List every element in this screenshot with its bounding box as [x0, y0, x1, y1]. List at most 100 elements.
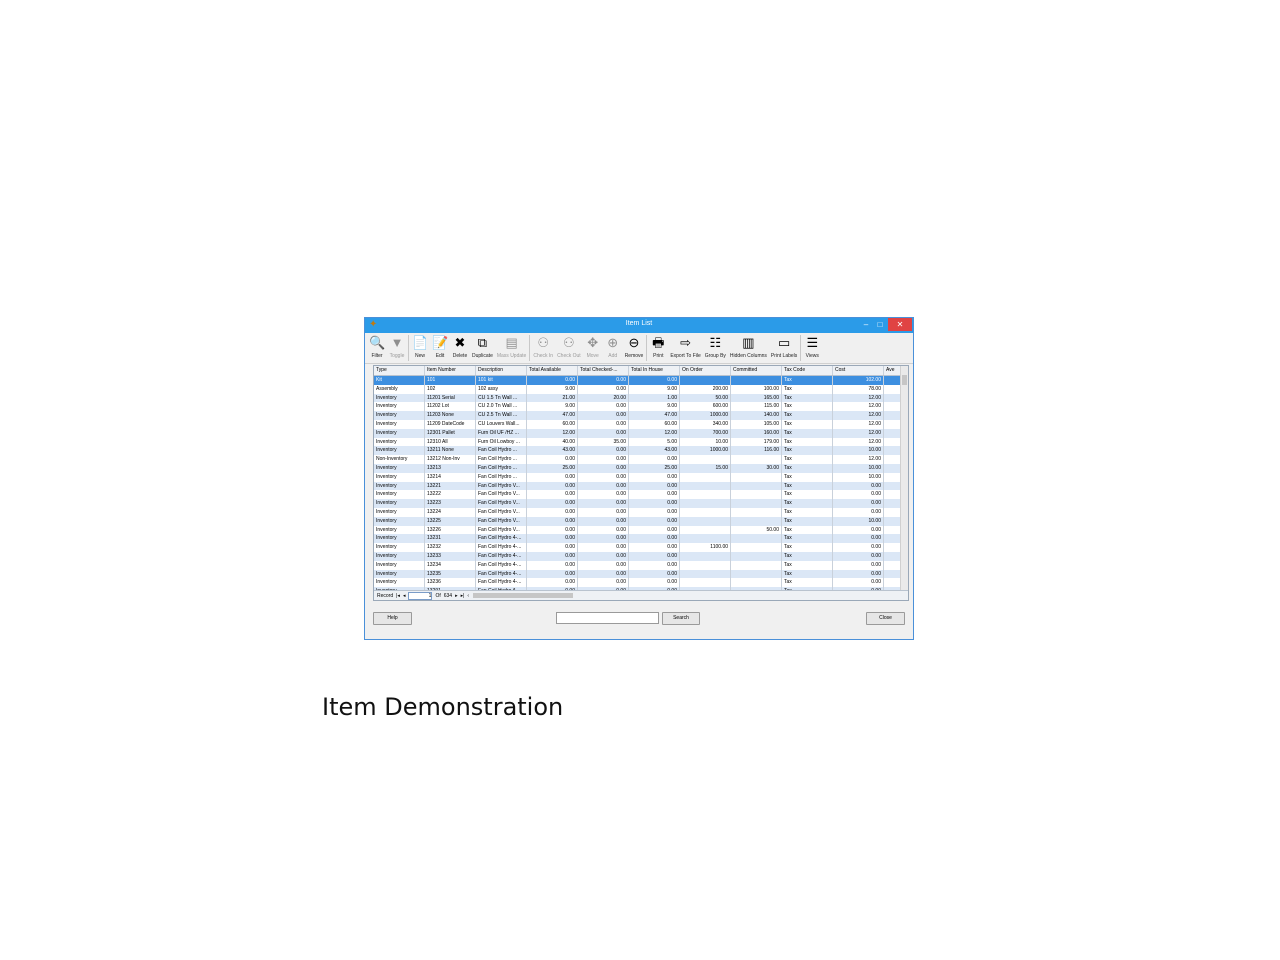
- table-row[interactable]: Inventory 13235 Fan Coil Hydro 4-... 0.00 0.…: [374, 569, 908, 579]
- table-row[interactable]: Inventory 11201 Serial CU 1.5 Tn Wall ... 2…: [374, 393, 908, 403]
- column-header[interactable]: Total In House: [629, 366, 680, 375]
- table-cell: 0.00: [578, 472, 629, 482]
- table-row[interactable]: Inventory 13214 Fan Coil Hydro ... 0.00 0.00…: [374, 472, 908, 482]
- table-cell: 11201 Serial: [425, 393, 476, 403]
- remove-button[interactable]: ⊖ Remove: [623, 335, 646, 363]
- table-cell: [680, 534, 731, 544]
- table-cell: Inventory: [374, 525, 425, 535]
- table-row[interactable]: Inventory 13231 Fan Coil Hydro 4-... 0.00 0.…: [374, 534, 908, 544]
- table-row[interactable]: Inventory 13234 Fan Coil Hydro 4-... 0.00 0.…: [374, 560, 908, 570]
- table-cell: 13234: [425, 560, 476, 570]
- table-cell: Fan Coil Hydro 4-...: [476, 560, 527, 570]
- table-row[interactable]: Inventory 12310 All Furn Oil Lowboy ... 40.…: [374, 437, 908, 447]
- search-button[interactable]: Search: [662, 612, 700, 625]
- column-header[interactable]: Item Number: [425, 366, 476, 375]
- check-out-button[interactable]: ⚇ Check Out: [555, 335, 583, 363]
- delete-button[interactable]: ✖ Delete: [450, 335, 470, 363]
- record-navigator: Record |◂ ◂ 1 Of 634 ▸ ▸| ‹: [374, 590, 908, 600]
- table-cell: 43.00: [527, 446, 578, 456]
- check-in-button[interactable]: ⚇ Check In: [531, 335, 555, 363]
- add-button[interactable]: ⊕ Add: [603, 335, 623, 363]
- table-cell: 13224: [425, 507, 476, 517]
- new-button[interactable]: 📄 New: [410, 335, 430, 363]
- table-cell: Inventory: [374, 516, 425, 526]
- print-labels-button[interactable]: ▭ Print Labels: [769, 335, 799, 363]
- column-header[interactable]: Total Available: [527, 366, 578, 375]
- edit-button[interactable]: 📝 Edit: [430, 335, 450, 363]
- scroll-left-icon[interactable]: ‹: [467, 593, 469, 599]
- table-row[interactable]: Inventory 13236 Fan Coil Hydro 4-... 0.00 0.…: [374, 578, 908, 588]
- column-header[interactable]: Committed: [731, 366, 782, 375]
- table-row[interactable]: Kit 101 101 kit 0.00 0.00 0.00 Tax 102.00: [374, 376, 908, 385]
- vertical-scrollbar[interactable]: [900, 366, 908, 591]
- table-row[interactable]: Inventory 11203 None CU 2.5 Tn Wall ... 47.…: [374, 411, 908, 420]
- hidden-columns-button[interactable]: ▥ Hidden Columns: [728, 335, 769, 363]
- table-cell: 0.00: [578, 499, 629, 508]
- title-bar[interactable]: ✦ Item List – □ ✕: [365, 318, 913, 333]
- table-row[interactable]: Inventory 11209 DateCode CU Louvers Wall..…: [374, 419, 908, 429]
- table-row[interactable]: Inventory 11202 Lot CU 2.0 Tn Wall ... 9.00…: [374, 402, 908, 412]
- toolbar-button-label: Delete: [452, 353, 468, 359]
- table-row[interactable]: Inventory 13232 Fan Coil Hydro 4-... 0.00 0.…: [374, 543, 908, 552]
- minimize-button[interactable]: –: [859, 318, 873, 331]
- table-cell: 0.00: [578, 534, 629, 544]
- table-cell: 78.00: [833, 384, 884, 394]
- mass-update-button[interactable]: ▤ Mass Update: [495, 335, 528, 363]
- column-header[interactable]: On Order: [680, 366, 731, 375]
- first-record-icon[interactable]: |◂: [396, 593, 400, 599]
- print-button[interactable]: 🖶 Print: [648, 335, 668, 363]
- bottom-bar: Help Search Close: [373, 612, 905, 625]
- duplicate-button[interactable]: ⧉ Duplicate: [470, 335, 495, 363]
- export-to-file-button[interactable]: ⇨ Export To File: [668, 335, 702, 363]
- table-row[interactable]: Inventory 13225 Fan Coil Hydro V... 0.00 0.0…: [374, 516, 908, 526]
- help-button[interactable]: Help: [373, 612, 412, 625]
- table-cell: 12301 Pallet: [425, 428, 476, 438]
- table-row[interactable]: Inventory 13211 None Fan Coil Hydro ... 43.…: [374, 446, 908, 456]
- toolbar-button-label: Check In: [533, 353, 554, 359]
- next-record-icon[interactable]: ▸: [455, 593, 458, 599]
- close-button[interactable]: Close: [866, 612, 905, 625]
- table-cell: 13214: [425, 472, 476, 482]
- table-row[interactable]: Non-Inventory 13212 Non-Inv Fan Coil Hydro…: [374, 455, 908, 464]
- views-button[interactable]: ☰ Views: [802, 335, 822, 363]
- table-row[interactable]: Inventory 13224 Fan Coil Hydro V... 0.00 0.0…: [374, 507, 908, 517]
- table-row[interactable]: Inventory 13223 Fan Coil Hydro V... 0.00 0.0…: [374, 499, 908, 508]
- record-number-input[interactable]: 1: [408, 591, 433, 600]
- close-window-button[interactable]: ✕: [888, 318, 912, 331]
- table-cell: Inventory: [374, 490, 425, 500]
- table-row[interactable]: Inventory 13233 Fan Coil Hydro 4-... 0.00 0.…: [374, 551, 908, 561]
- maximize-button[interactable]: □: [873, 318, 887, 331]
- last-record-icon[interactable]: ▸|: [461, 593, 465, 599]
- column-header[interactable]: Type: [374, 366, 425, 375]
- table-cell: [731, 569, 782, 579]
- table-cell: 12.00: [833, 411, 884, 420]
- toggle-button[interactable]: ▼ Toggle: [387, 335, 407, 363]
- column-header[interactable]: Total Checked-...: [578, 366, 629, 375]
- table-row[interactable]: Inventory 13221 Fan Coil Hydro V... 0.00 0.0…: [374, 481, 908, 491]
- table-cell: 0.00: [527, 543, 578, 552]
- mass-update-icon: ▤: [505, 335, 518, 350]
- table-cell: Tax: [782, 411, 833, 420]
- scroll-thumb[interactable]: [902, 375, 907, 385]
- check-in-icon: ⚇: [537, 335, 550, 350]
- filter-button[interactable]: 🔍 Filter: [367, 335, 387, 363]
- move-button[interactable]: ✥ Move: [583, 335, 603, 363]
- table-cell: 50.00: [680, 393, 731, 403]
- group-by-button[interactable]: ☷ Group By: [703, 335, 728, 363]
- table-row[interactable]: Inventory 13226 Fan Coil Hydro V... 0.00 0.0…: [374, 525, 908, 535]
- table-row[interactable]: Inventory 13222 Fan Coil Hydro V... 0.00 0.0…: [374, 490, 908, 500]
- table-row[interactable]: Assembly 102 102 assy 9.00 0.00 9.00 200.00 100…: [374, 384, 908, 394]
- table-cell: Inventory: [374, 437, 425, 447]
- table-row[interactable]: Inventory 13213 Fan Coil Hydro ... 25.00 0.0…: [374, 463, 908, 473]
- prev-record-icon[interactable]: ◂: [403, 593, 406, 599]
- search-input[interactable]: [556, 612, 659, 624]
- toolbar-button-label: Export To File: [670, 353, 701, 359]
- horizontal-scroll-thumb[interactable]: [473, 593, 574, 598]
- table-row[interactable]: Inventory 12301 Pallet Furn Oil UF /HZ ...…: [374, 428, 908, 438]
- table-cell: 0.00: [629, 516, 680, 526]
- table-cell: 102.00: [833, 376, 884, 385]
- column-header[interactable]: Tax Code: [782, 366, 833, 375]
- column-header[interactable]: Cost: [833, 366, 884, 375]
- column-header[interactable]: Ave: [884, 366, 901, 375]
- column-header[interactable]: Description: [476, 366, 527, 375]
